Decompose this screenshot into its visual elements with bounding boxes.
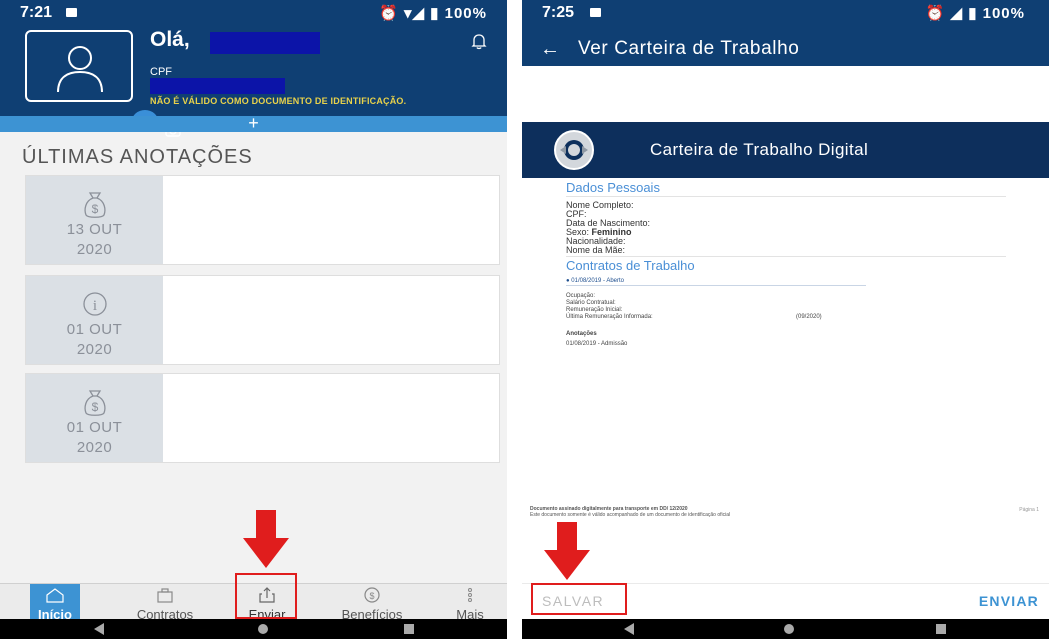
redacted-name — [210, 32, 320, 54]
section-title: ÚLTIMAS ANOTAÇÕES — [22, 146, 253, 168]
nav-contratos[interactable]: Contratos — [120, 587, 210, 622]
salvar-highlight-box — [531, 583, 627, 615]
message-icon — [66, 8, 77, 17]
annotation-card[interactable]: $ 01 OUT 2020 — [25, 373, 500, 463]
send-button[interactable]: ENVIAR — [979, 593, 1039, 609]
back-arrow-icon[interactable]: ← — [540, 38, 560, 61]
section-dados-pessoais: Dados Pessoais — [566, 180, 660, 195]
enviar-highlight-box — [235, 573, 297, 619]
annotation-card[interactable]: i 01 OUT 2020 — [25, 275, 500, 365]
card-day: 01 OUT — [66, 321, 123, 338]
user-silhouette-icon — [57, 46, 103, 93]
profile-header: 7:21 ⏰ ▾◢ ▮ 100% Olá, CPF NÃO É VÁLIDO C… — [0, 0, 507, 137]
redacted-cpf — [150, 78, 285, 94]
status-bar: 7:21 ⏰ ▾◢ ▮ 100% — [0, 0, 507, 24]
briefcase-icon — [157, 588, 173, 603]
annotation-card[interactable]: $ 13 OUT 2020 — [25, 175, 500, 265]
brazil-coat-of-arms-icon — [554, 130, 594, 170]
status-time: 7:21 — [20, 4, 53, 21]
card-day: 01 OUT — [66, 419, 123, 436]
home-circle-icon[interactable] — [784, 624, 794, 634]
card-year: 2020 — [76, 341, 113, 358]
id-disclaimer: NÃO É VÁLIDO COMO DOCUMENTO DE IDENTIFIC… — [150, 96, 407, 106]
system-nav-bar — [0, 619, 507, 639]
divider — [566, 256, 1006, 257]
info-icon: i — [26, 290, 163, 320]
anotacao-admissao: 01/08/2019 - Admissão — [566, 341, 628, 347]
add-button[interactable]: + — [0, 114, 507, 132]
contract-item: ● 01/08/2019 - Aberto — [566, 278, 625, 284]
svg-text:$: $ — [91, 202, 98, 216]
message-icon — [590, 8, 601, 17]
document-footer: Documento assinado digitalmente para tra… — [530, 506, 730, 518]
nav-inicio[interactable]: Início — [30, 584, 80, 622]
svg-text:$: $ — [91, 400, 98, 414]
recents-icon[interactable] — [936, 624, 946, 634]
more-vertical-icon — [468, 588, 472, 602]
status-right: ⏰ ◢ ▮ 100% — [926, 4, 1025, 22]
section-contratos: Contratos de Trabalho — [566, 258, 695, 273]
status-right: ⏰ ▾◢ ▮ 100% — [379, 4, 487, 22]
system-nav-bar — [522, 619, 1049, 639]
contract-item-text: 01/08/2019 - Aberto — [571, 278, 625, 284]
card-year: 2020 — [76, 241, 113, 258]
avatar[interactable] — [25, 30, 181, 137]
home-icon — [46, 588, 64, 603]
recents-icon[interactable] — [404, 624, 414, 634]
field-ocupacao: Ocupação: — [566, 293, 596, 299]
page-number: Página 1 — [1019, 507, 1039, 513]
home-screen: 7:21 ⏰ ▾◢ ▮ 100% Olá, CPF NÃO É VÁLIDO C… — [0, 0, 507, 639]
carteira-screen: 7:25 ⏰ ◢ ▮ 100% ← Ver Carteira de Trabal… — [522, 0, 1049, 639]
svg-text:$: $ — [369, 591, 374, 601]
divider — [566, 196, 1006, 197]
document-header: Carteira de Trabalho Digital — [522, 122, 1049, 178]
cpf-label: CPF — [150, 66, 172, 78]
back-icon[interactable] — [624, 623, 634, 635]
battery-level: 100% — [982, 5, 1025, 22]
bell-icon[interactable] — [470, 32, 488, 50]
back-icon[interactable] — [94, 623, 104, 635]
card-day: 13 OUT — [66, 221, 123, 238]
remuneracao-date: (09/2020) — [796, 314, 822, 320]
card-date: $ 01 OUT 2020 — [26, 374, 163, 462]
dollar-coin-icon: $ — [364, 587, 380, 603]
field-salario: Salário Contratual: — [566, 300, 616, 306]
greeting: Olá, — [150, 28, 190, 51]
document-title: Carteira de Trabalho Digital — [650, 140, 869, 159]
svg-text:i: i — [92, 298, 96, 314]
card-date: i 01 OUT 2020 — [26, 276, 163, 364]
battery-level: 100% — [444, 5, 487, 22]
money-bag-icon: $ — [26, 388, 163, 418]
footer-line-2: Este documento somente é válido acompanh… — [530, 512, 731, 518]
money-bag-icon: $ — [26, 190, 163, 220]
anotacoes-heading: Anotações — [566, 331, 597, 337]
page-title: Ver Carteira de Trabalho — [578, 38, 800, 59]
alarm-icon: ⏰ ◢ ▮ — [925, 5, 978, 22]
app-bar: 7:25 ⏰ ◢ ▮ 100% ← Ver Carteira de Trabal… — [522, 0, 1049, 66]
nav-mais[interactable]: Mais — [450, 587, 490, 622]
field-mae: Nome da Mãe: — [566, 245, 626, 255]
home-circle-icon[interactable] — [258, 624, 268, 634]
red-arrow-indicator — [243, 510, 289, 568]
status-bar: 7:25 ⏰ ◢ ▮ 100% — [522, 0, 1049, 24]
status-time: 7:25 — [542, 4, 575, 21]
alarm-icon: ⏰ ▾◢ ▮ — [379, 5, 440, 22]
divider — [566, 285, 866, 286]
field-remuneracao-ultima: Última Remuneração Informada: — [566, 314, 653, 320]
field-remuneracao-inicial: Remuneração Inicial: — [566, 307, 623, 313]
card-year: 2020 — [76, 439, 113, 456]
card-date: $ 13 OUT 2020 — [26, 176, 163, 264]
red-arrow-indicator — [544, 522, 590, 580]
document-preview: Dados Pessoais Nome Completo: CPF: Data … — [522, 178, 1049, 518]
nav-beneficios[interactable]: $ Benefícios — [322, 587, 422, 622]
